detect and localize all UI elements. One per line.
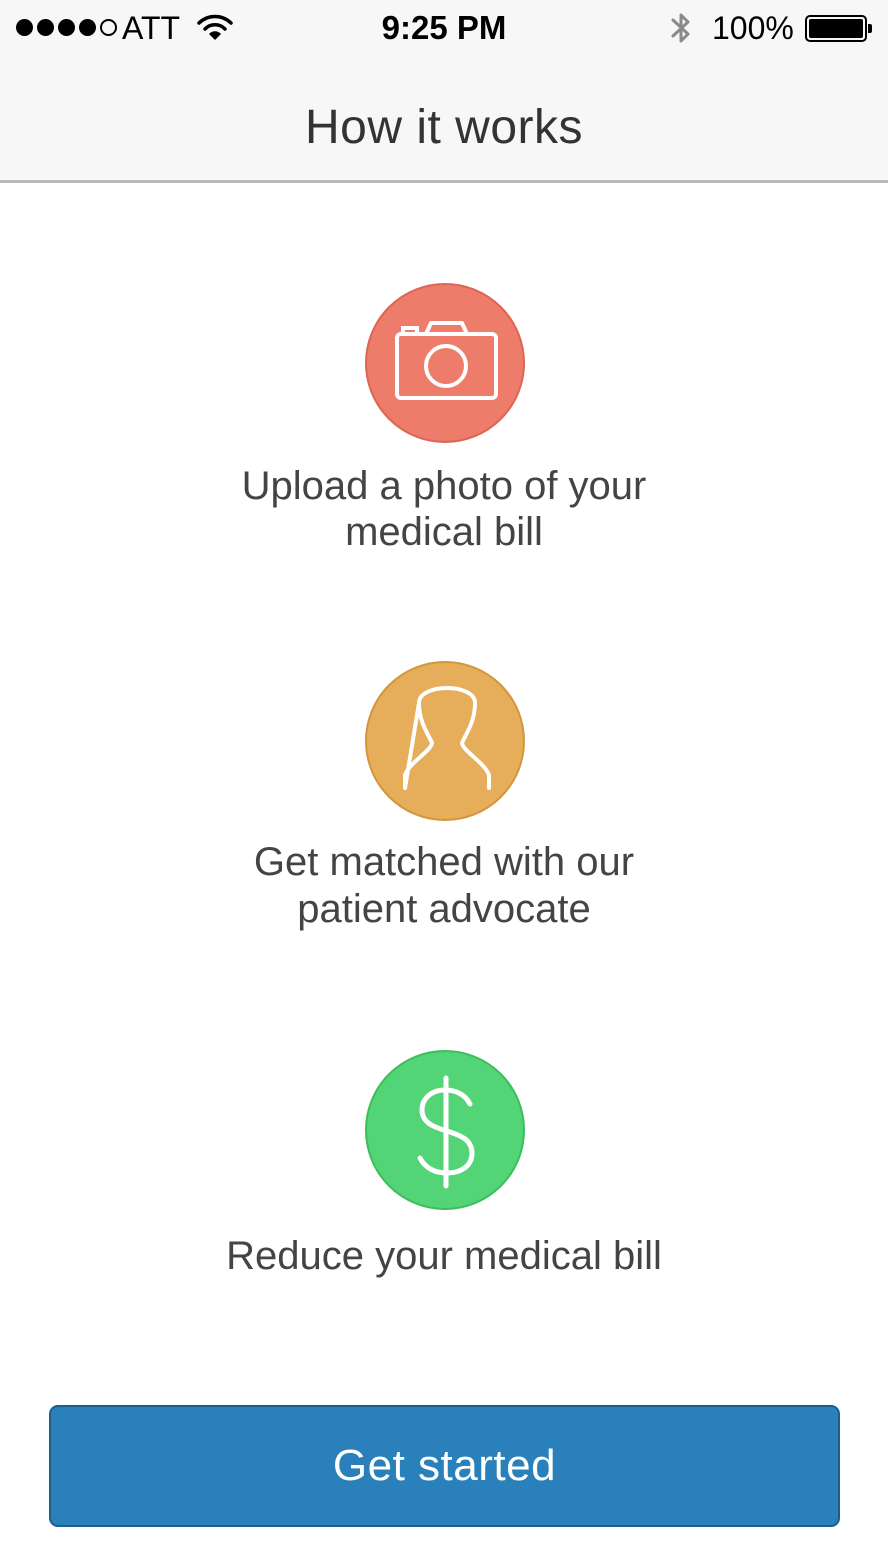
person-icon-circle xyxy=(365,661,525,821)
get-started-button[interactable]: Get started xyxy=(49,1405,840,1527)
dollar-icon-circle xyxy=(365,1050,525,1210)
person-icon xyxy=(403,686,491,790)
camera-icon xyxy=(395,321,498,400)
camera-icon-circle xyxy=(365,283,525,443)
step-text-line2: medical bill xyxy=(345,510,543,554)
status-bar: ATT 9:25 PM 100% xyxy=(0,0,888,56)
bluetooth-icon xyxy=(668,10,694,51)
step-text-line1: Upload a photo of your xyxy=(241,464,647,508)
page-title: How it works xyxy=(304,101,584,154)
nav-bar: How it works xyxy=(0,56,888,183)
dollar-icon xyxy=(417,1075,475,1189)
battery-fill xyxy=(809,19,863,38)
step-text-line2: patient advocate xyxy=(297,887,591,931)
battery-percent: 100% xyxy=(712,10,794,46)
step-text-line1: Get matched with our xyxy=(253,840,635,884)
step-text-line1: Reduce your medical bill xyxy=(226,1234,662,1278)
battery-icon xyxy=(805,15,872,42)
